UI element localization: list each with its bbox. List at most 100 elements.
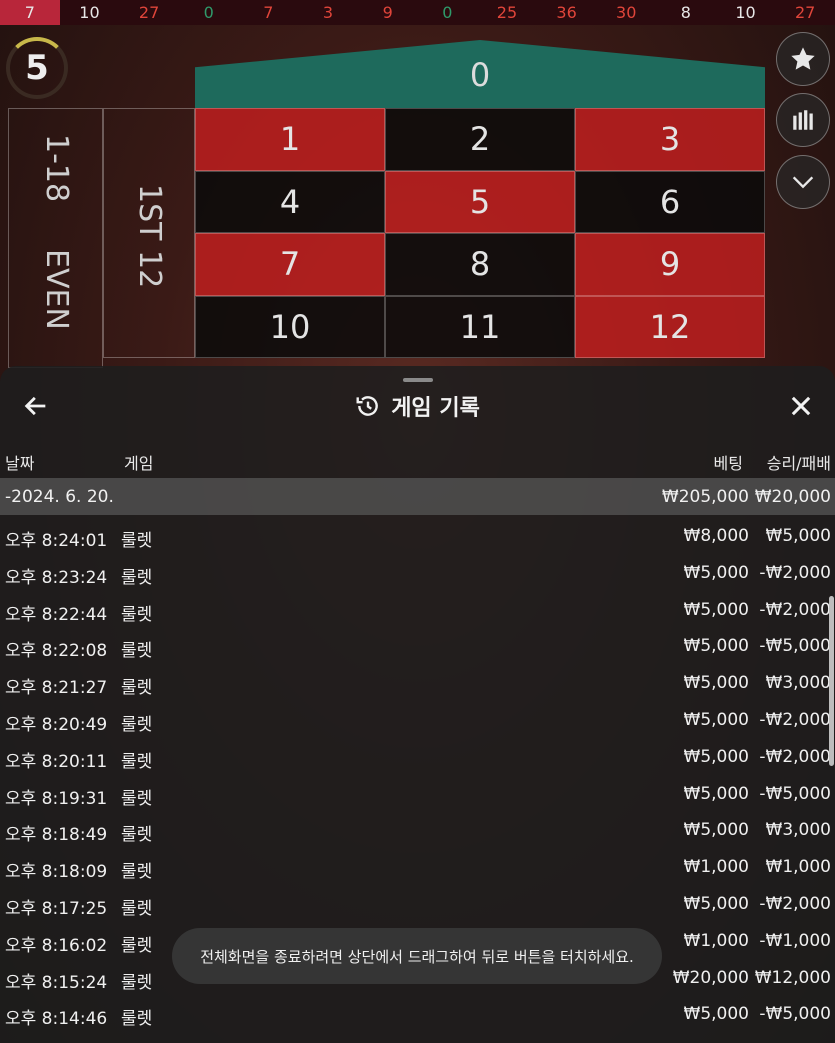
bet-number[interactable]: 4 — [195, 170, 385, 233]
row-game: 룰렛 — [121, 788, 153, 809]
history-result: 25 — [496, 3, 518, 22]
history-result: 3 — [322, 3, 334, 22]
fullscreen-toast: 전체화면을 종료하려면 상단에서 드래그하여 뒤로 버튼을 터치하세요. — [172, 928, 662, 984]
row-bet: ₩5,000 — [683, 1004, 749, 1025]
history-result: 27 — [794, 3, 816, 22]
row-game: 룰렛 — [121, 678, 153, 699]
history-row[interactable]: 오후 8:22:08 룰렛 ₩5,000 -₩5,000 — [0, 628, 835, 665]
history-result: 10 — [79, 3, 100, 22]
bet-number[interactable]: 5 — [385, 170, 575, 233]
row-bet: ₩8,000 — [683, 526, 749, 546]
bet-number[interactable]: 3 — [575, 108, 765, 171]
bet-number[interactable]: 12 — [575, 295, 765, 358]
header-date: 날짜 — [5, 454, 35, 473]
row-game: 룰렛 — [121, 567, 153, 588]
row-winloss: -₩2,000 — [759, 599, 831, 620]
row-time: 오후 8:17:25 — [5, 898, 108, 919]
row-time: 오후 8:21:27 — [5, 678, 108, 699]
history-row[interactable]: 오후 8:14:46 룰렛 ₩5,000 -₩5,000 — [0, 996, 835, 1033]
row-time: 오후 8:24:01 — [5, 531, 108, 551]
history-row[interactable]: 오후 8:18:49 룰렛 ₩5,000 ₩3,000 — [0, 812, 835, 849]
drag-handle[interactable] — [403, 378, 433, 382]
bet-number[interactable]: 7 — [195, 233, 385, 296]
row-bet: ₩1,000 — [683, 857, 749, 878]
row-time: 오후 8:14:46 — [5, 1009, 108, 1030]
row-game: 룰렛 — [121, 862, 153, 883]
stats-icon — [793, 110, 813, 130]
header-winloss: 승리/패배 — [766, 454, 831, 473]
bet-number[interactable]: 11 — [385, 295, 575, 358]
row-game: 룰렛 — [121, 935, 153, 956]
history-result: 27 — [138, 3, 160, 22]
history-row[interactable]: 오후 8:21:27 룰렛 ₩5,000 ₩3,000 — [0, 665, 835, 702]
row-game: 룰렛 — [121, 714, 153, 735]
history-result: 8 — [680, 3, 691, 22]
history-result: 9 — [382, 3, 393, 22]
row-bet: ₩5,000 — [683, 893, 749, 914]
bet-number[interactable]: 1 — [195, 108, 385, 171]
row-winloss: ₩3,000 — [765, 820, 831, 841]
row-game: 룰렛 — [121, 604, 153, 625]
row-winloss: -₩5,000 — [759, 1004, 831, 1025]
row-game: 룰렛 — [121, 825, 153, 846]
favorites-button[interactable] — [776, 32, 830, 86]
row-winloss: -₩2,000 — [759, 562, 831, 583]
history-row[interactable]: 오후 8:17:25 룰렛 ₩5,000 -₩2,000 — [0, 886, 835, 923]
panel-title: 게임 기록 — [391, 396, 480, 421]
history-row[interactable]: 오후 8:20:11 룰렛 ₩5,000 -₩2,000 — [0, 739, 835, 776]
dozen-bets-column: 1ST 12 — [103, 108, 195, 358]
bet-number[interactable]: 8 — [385, 233, 575, 296]
bet-even[interactable]: EVEN — [39, 249, 74, 330]
header-game: 게임 — [124, 454, 154, 473]
row-bet: ₩5,000 — [683, 673, 749, 694]
history-row[interactable]: 오후 8:23:24 룰렛 ₩5,000 -₩2,000 — [0, 555, 835, 592]
scrollbar[interactable] — [829, 596, 834, 766]
row-bet: ₩1,000 — [683, 930, 749, 951]
history-result: 36 — [556, 3, 577, 22]
history-result: 0 — [442, 3, 453, 22]
row-time: 오후 8:16:02 — [5, 935, 108, 956]
toast-text: 전체화면을 종료하려면 상단에서 드래그하여 뒤로 버튼을 터치하세요. — [200, 947, 634, 966]
history-result: 10 — [735, 3, 756, 22]
history-result: 7 — [0, 0, 60, 25]
expand-menu-button[interactable] — [776, 155, 830, 209]
row-time: 오후 8:15:24 — [5, 972, 108, 993]
row-bet: ₩5,000 — [683, 562, 749, 583]
row-game: 룰렛 — [121, 972, 153, 993]
bet-number[interactable]: 10 — [195, 295, 385, 358]
row-game: 룰렛 — [121, 641, 153, 662]
date-group-row[interactable]: -2024. 6. 20. ₩205,000 ₩20,000 — [0, 478, 835, 515]
row-bet: ₩5,000 — [683, 783, 749, 804]
row-winloss: -₩2,000 — [759, 709, 831, 730]
history-row[interactable]: 오후 8:18:09 룰렛 ₩1,000 ₩1,000 — [0, 849, 835, 886]
result-history-strip: 7 10 27 0 7 3 9 0 25 36 30 8 10 27 — [0, 0, 835, 25]
history-row[interactable]: 오후 8:19:31 룰렛 ₩5,000 -₩5,000 — [0, 776, 835, 813]
history-result: 30 — [616, 3, 637, 22]
bet-number[interactable]: 9 — [575, 233, 765, 296]
zero-label: 0 — [469, 56, 491, 94]
row-bet: ₩5,000 — [683, 636, 749, 657]
bet-number[interactable]: 6 — [575, 170, 765, 233]
row-bet: ₩20,000 — [672, 967, 749, 988]
close-icon[interactable] — [787, 392, 815, 420]
statistics-button[interactable] — [776, 93, 830, 147]
app-root: 7 10 27 0 7 3 9 0 25 36 30 8 10 27 5 0 1 2 3 4 5 6 7 8 9 10 11 1… — [0, 0, 835, 1043]
bet-number[interactable]: 2 — [385, 108, 575, 171]
row-time: 오후 8:20:11 — [5, 751, 108, 772]
history-row[interactable]: 오후 8:24:01 룰렛 ₩8,000 ₩5,000 — [0, 518, 835, 555]
bet-low[interactable]: 1-18 — [39, 134, 74, 202]
outside-bets-column: 1-18 EVEN — [8, 108, 103, 368]
history-row[interactable]: 오후 8:20:49 룰렛 ₩5,000 -₩2,000 — [0, 702, 835, 739]
history-row[interactable]: 오후 8:22:44 룰렛 ₩5,000 -₩2,000 — [0, 592, 835, 629]
countdown-timer: 5 — [6, 37, 68, 99]
row-time: 오후 8:18:09 — [5, 862, 108, 883]
bet-zero[interactable]: 0 — [195, 40, 765, 108]
row-time: 오후 8:23:24 — [5, 567, 108, 588]
row-winloss: -₩5,000 — [759, 783, 831, 804]
row-winloss: -₩1,000 — [759, 930, 831, 951]
history-result: 0 — [203, 3, 214, 22]
row-winloss: -₩5,000 — [759, 636, 831, 657]
row-bet: ₩5,000 — [683, 746, 749, 767]
bet-first-dozen[interactable]: 1ST 12 — [132, 184, 167, 288]
header-bet: 베팅 — [713, 454, 743, 473]
